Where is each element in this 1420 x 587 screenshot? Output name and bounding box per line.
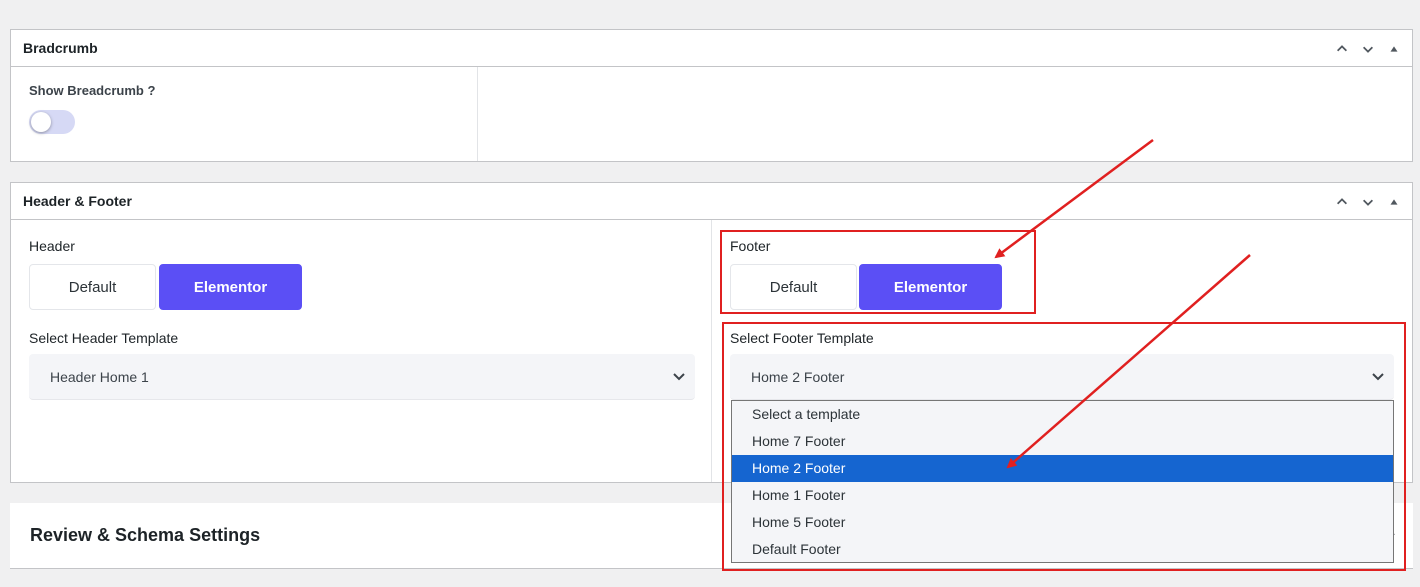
select-footer-template-label: Select Footer Template bbox=[730, 330, 874, 346]
review-schema-title: Review & Schema Settings bbox=[30, 525, 261, 545]
triangle-up-icon[interactable] bbox=[1384, 39, 1404, 59]
header-elementor-button[interactable]: Elementor bbox=[159, 264, 302, 310]
chevron-down-icon[interactable] bbox=[1358, 39, 1378, 59]
show-breadcrumb-toggle[interactable] bbox=[29, 110, 75, 134]
footer-template-dropdown: Select a template Home 7 Footer Home 2 F… bbox=[731, 400, 1394, 563]
chevron-up-icon[interactable] bbox=[1332, 192, 1352, 212]
header-label: Header bbox=[29, 238, 75, 254]
select-chevron-icon bbox=[1372, 373, 1384, 381]
footer-default-button[interactable]: Default bbox=[730, 264, 857, 310]
panel-controls bbox=[1332, 183, 1404, 220]
column-divider bbox=[711, 220, 712, 482]
header-footer-panel-header: Header & Footer bbox=[11, 183, 1412, 220]
breadcrumb-panel-title: Bradcrumb bbox=[23, 40, 98, 56]
select-chevron-icon bbox=[673, 373, 685, 381]
toggle-knob bbox=[31, 112, 51, 132]
triangle-up-icon[interactable] bbox=[1384, 192, 1404, 212]
dropdown-option-selected[interactable]: Home 2 Footer bbox=[732, 455, 1393, 482]
footer-template-select[interactable]: Home 2 Footer bbox=[730, 354, 1394, 400]
breadcrumb-panel-header: Bradcrumb bbox=[11, 30, 1412, 67]
footer-template-value: Home 2 Footer bbox=[751, 368, 845, 385]
dropdown-option[interactable]: Home 7 Footer bbox=[732, 428, 1393, 455]
show-breadcrumb-label: Show Breadcrumb ? bbox=[29, 83, 156, 98]
dropdown-option[interactable]: Select a template bbox=[732, 401, 1393, 428]
breadcrumb-settings-column: Show Breadcrumb ? bbox=[11, 67, 478, 161]
header-footer-panel-title: Header & Footer bbox=[23, 193, 132, 209]
dropdown-option[interactable]: Default Footer bbox=[732, 536, 1393, 563]
header-default-button[interactable]: Default bbox=[29, 264, 156, 310]
footer-label: Footer bbox=[730, 238, 771, 254]
header-template-value: Header Home 1 bbox=[50, 368, 149, 385]
header-template-select[interactable]: Header Home 1 bbox=[29, 354, 695, 400]
select-header-template-label: Select Header Template bbox=[29, 330, 179, 346]
breadcrumb-panel: Bradcrumb Show Breadcrumb ? bbox=[10, 29, 1413, 162]
dropdown-option[interactable]: Home 1 Footer bbox=[732, 482, 1393, 509]
dropdown-option[interactable]: Home 5 Footer bbox=[732, 509, 1393, 536]
breadcrumb-panel-body: Show Breadcrumb ? bbox=[11, 67, 1412, 161]
chevron-down-icon[interactable] bbox=[1358, 192, 1378, 212]
panel-controls bbox=[1332, 30, 1404, 67]
chevron-up-icon[interactable] bbox=[1332, 39, 1352, 59]
footer-elementor-button[interactable]: Elementor bbox=[859, 264, 1002, 310]
